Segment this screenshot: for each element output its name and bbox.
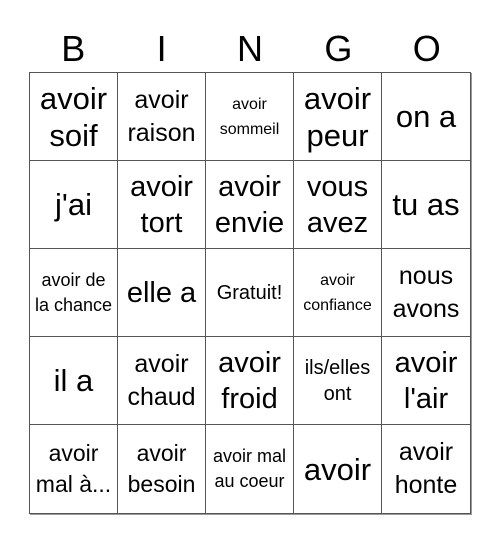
- cell-label: vous avez: [306, 170, 369, 239]
- cell-label: avoir chaud: [127, 349, 196, 411]
- bingo-cell-g-2[interactable]: vous avez: [294, 161, 382, 249]
- cell-label: avoir tort: [130, 170, 193, 239]
- bingo-cell-o-5[interactable]: avoir honte: [382, 425, 470, 513]
- bingo-cell-i-3[interactable]: elle a: [118, 249, 206, 337]
- header-letter-g: G: [324, 28, 353, 69]
- header-letter-n: N: [236, 28, 263, 69]
- bingo-cell-o-3[interactable]: nous avons: [382, 249, 470, 337]
- cell-label: avoir peur: [303, 80, 372, 153]
- bingo-cell-o-1[interactable]: on a: [382, 73, 470, 161]
- header-letter-b: B: [61, 28, 86, 69]
- bingo-cell-g-5[interactable]: avoir: [294, 425, 382, 513]
- cell-label: on a: [395, 99, 457, 134]
- cell-label: avoir envie: [214, 170, 285, 239]
- cell-label: avoir sommeil: [219, 95, 280, 138]
- bingo-cell-o-2[interactable]: tu as: [382, 161, 470, 249]
- cell-label: elle a: [126, 276, 197, 309]
- bingo-header: B I N G O: [29, 26, 471, 72]
- cell-label: j'ai: [55, 187, 92, 222]
- bingo-cell-b-4[interactable]: il a: [30, 337, 118, 425]
- bingo-cell-i-4[interactable]: avoir chaud: [118, 337, 206, 425]
- bingo-cell-n-1[interactable]: avoir sommeil: [206, 73, 294, 161]
- cell-label: avoir soif: [39, 80, 108, 153]
- cell-label: avoir l'air: [394, 346, 458, 415]
- header-letter-o: O: [412, 28, 441, 69]
- bingo-cell-i-1[interactable]: avoir raison: [118, 73, 206, 161]
- cell-label: tu as: [392, 187, 460, 222]
- cell-label: nous avons: [392, 261, 460, 323]
- cell-label: avoir de la chance: [34, 269, 113, 315]
- bingo-cell-i-2[interactable]: avoir tort: [118, 161, 206, 249]
- bingo-cell-g-4[interactable]: ils/elles ont: [294, 337, 382, 425]
- cell-label: ils/elles ont: [304, 356, 371, 405]
- bingo-cell-b-5[interactable]: avoir mal à...: [30, 425, 118, 513]
- cell-label: avoir mal à...: [35, 440, 112, 497]
- bingo-cell-b-1[interactable]: avoir soif: [30, 73, 118, 161]
- bingo-cell-i-5[interactable]: avoir besoin: [118, 425, 206, 513]
- bingo-cell-g-3[interactable]: avoir confiance: [294, 249, 382, 337]
- cell-label: avoir besoin: [127, 440, 196, 497]
- cell-label: avoir: [303, 451, 372, 487]
- header-letter-i: I: [156, 28, 167, 69]
- free-space-cell[interactable]: Gratuit!: [206, 249, 294, 337]
- cell-label: avoir froid: [218, 346, 281, 415]
- bingo-cell-n-4[interactable]: avoir froid: [206, 337, 294, 425]
- bingo-cell-o-4[interactable]: avoir l'air: [382, 337, 470, 425]
- bingo-cell-b-3[interactable]: avoir de la chance: [30, 249, 118, 337]
- bingo-cell-n-2[interactable]: avoir envie: [206, 161, 294, 249]
- bingo-grid: avoir soif avoir raison avoir sommeil avoir…: [29, 72, 471, 514]
- bingo-cell-g-1[interactable]: avoir peur: [294, 73, 382, 161]
- cell-label: avoir confiance: [303, 271, 372, 314]
- bingo-cell-b-2[interactable]: j'ai: [30, 161, 118, 249]
- cell-label: avoir raison: [127, 85, 196, 147]
- cell-label: avoir honte: [394, 438, 458, 499]
- bingo-cell-n-5[interactable]: avoir mal au coeur: [206, 425, 294, 513]
- cell-label: il a: [53, 363, 94, 398]
- cell-label: avoir mal au coeur: [212, 446, 287, 491]
- cell-label: Gratuit!: [216, 281, 283, 304]
